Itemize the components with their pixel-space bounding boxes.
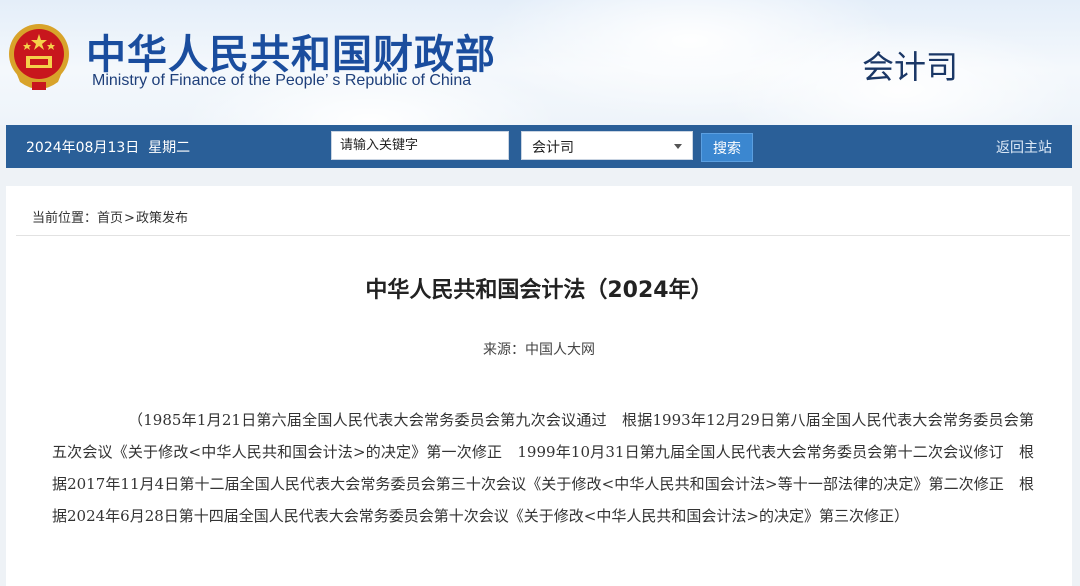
article-preamble: （1985年1月21日第六届全国人民代表大会常务委员会第九次会议通过 根据199… <box>52 411 1034 525</box>
breadcrumb-home-link[interactable]: 首页 <box>97 211 123 226</box>
breadcrumb-label: 当前位置： <box>32 211 98 226</box>
site-header: 中华人民共和国财政部 Ministry of Finance of the Pe… <box>0 0 1080 125</box>
department-name: 会计司 <box>862 48 959 86</box>
breadcrumb-section-link[interactable]: 政策发布 <box>136 211 188 226</box>
search-button[interactable]: 搜索 <box>701 133 753 162</box>
national-emblem-icon[interactable] <box>6 20 72 94</box>
article-panel: 当前位置：首页>政策发布 中华人民共和国会计法（2024年） 来源：中国人大网 … <box>6 186 1072 586</box>
breadcrumb-separator: > <box>124 211 135 226</box>
department-select-value: 会计司 <box>532 140 574 156</box>
nav-bar: 2024年08月13日 星期二 会计司 搜索 返回主站 <box>6 125 1072 168</box>
chevron-down-icon <box>674 144 682 149</box>
article-source: 来源：中国人大网 <box>483 342 595 358</box>
current-date: 2024年08月13日 星期二 <box>26 137 190 157</box>
article-title: 中华人民共和国会计法（2024年） <box>365 278 713 303</box>
breadcrumb: 当前位置：首页>政策发布 <box>32 207 188 226</box>
return-home-link[interactable]: 返回主站 <box>996 137 1052 157</box>
date-text: 2024年08月13日 <box>26 140 140 156</box>
divider <box>16 235 1070 236</box>
site-title-en: Ministry of Finance of the People’ s Rep… <box>92 72 472 89</box>
department-select[interactable]: 会计司 <box>521 131 693 160</box>
weekday-text: 星期二 <box>148 140 191 156</box>
search-input[interactable] <box>331 131 509 160</box>
